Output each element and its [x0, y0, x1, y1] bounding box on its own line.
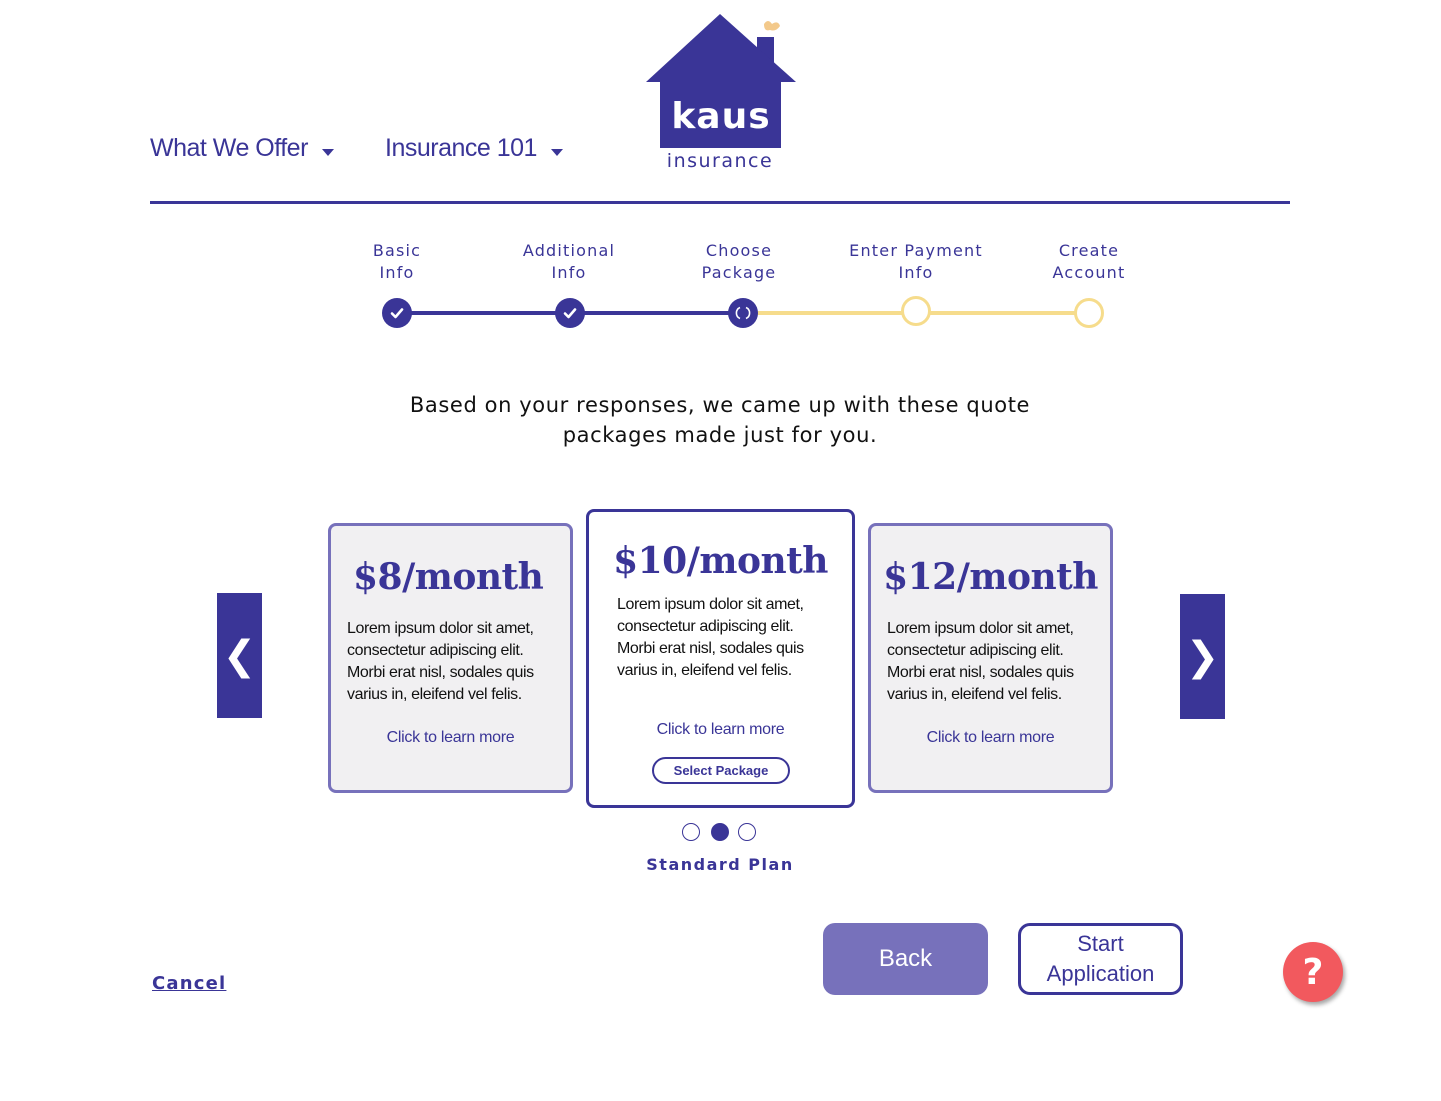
step-label-additional-info: Additional Info: [489, 240, 649, 284]
package-card-basic[interactable]: $8/month Lorem ipsum dolor sit amet, con…: [328, 523, 573, 793]
nav-what-we-offer-label: What We Offer: [150, 134, 308, 162]
plan-name: Standard Plan: [646, 855, 794, 874]
step-node-choose-package: [728, 298, 758, 328]
start-application-label: Application: [1046, 961, 1155, 986]
carousel-dot-2[interactable]: [711, 823, 729, 841]
step-label-line: Enter Payment: [849, 241, 983, 260]
intro-line: Based on your responses, we came up with…: [409, 393, 1031, 417]
chevron-right-icon: ❯: [1185, 633, 1220, 680]
intro-line: packages made just for you.: [562, 423, 878, 447]
step-label-line: Choose: [705, 241, 773, 260]
step-label-line: Basic: [372, 241, 422, 260]
intro-text: Based on your responses, we came up with…: [370, 390, 1070, 450]
checkmark-icon: [390, 308, 404, 319]
logo-subtitle: insurance: [666, 150, 774, 172]
carousel-prev-button[interactable]: ❮: [217, 593, 262, 718]
cancel-link[interactable]: Cancel: [152, 973, 226, 994]
step-node-enter-payment-info: [901, 296, 931, 326]
step-node-create-account: [1074, 298, 1104, 328]
chevron-down-icon: [550, 149, 563, 156]
step-label-line: Package: [701, 263, 777, 282]
header-divider: [150, 201, 1290, 204]
start-application-button[interactable]: Start Application: [1018, 923, 1183, 995]
nav-insurance-101-label: Insurance 101: [385, 134, 537, 162]
step-node-additional-info: [555, 298, 585, 328]
learn-more-link[interactable]: Click to learn more: [871, 729, 1110, 747]
step-label-enter-payment-info: Enter Payment Info: [836, 240, 996, 284]
step-label-create-account: Create Account: [1009, 240, 1169, 284]
package-card-premium[interactable]: $12/month Lorem ipsum dolor sit amet, co…: [868, 523, 1113, 793]
step-label-basic-info: Basic Info: [317, 240, 477, 284]
package-card-standard[interactable]: $10/month Lorem ipsum dolor sit amet, co…: [586, 509, 855, 808]
checkmark-icon: [563, 308, 577, 319]
question-mark-icon: ?: [1302, 951, 1324, 993]
learn-more-link[interactable]: Click to learn more: [589, 721, 852, 739]
step-label-line: Account: [1052, 263, 1126, 282]
back-button[interactable]: Back: [823, 923, 988, 995]
package-description: Lorem ipsum dolor sit amet, consectetur …: [347, 620, 534, 703]
logo[interactable]: kaus insurance: [644, 12, 798, 177]
start-application-label: Start: [1077, 931, 1124, 956]
chevron-left-icon: ❮: [222, 632, 257, 679]
chevron-down-icon: [321, 149, 334, 156]
logo-name: kaus: [671, 96, 771, 137]
nav-insurance-101[interactable]: Insurance 101: [385, 134, 563, 163]
step-label-choose-package: Choose Package: [659, 240, 819, 284]
package-price: $8/month: [353, 556, 544, 598]
package-description: Lorem ipsum dolor sit amet, consectetur …: [887, 620, 1074, 703]
carousel-dot-3[interactable]: [738, 823, 756, 841]
carousel-next-button[interactable]: ❯: [1180, 594, 1225, 719]
select-package-button[interactable]: Select Package: [652, 757, 790, 784]
carousel-dot-1[interactable]: [682, 823, 700, 841]
step-label-line: Info: [379, 263, 415, 282]
step-label-line: Create: [1058, 241, 1120, 260]
nav-what-we-offer[interactable]: What We Offer: [150, 134, 334, 163]
package-price: $10/month: [613, 540, 828, 582]
step-label-line: Info: [898, 263, 934, 282]
package-price: $12/month: [883, 556, 1098, 598]
help-button[interactable]: ?: [1283, 942, 1343, 1002]
step-label-line: Info: [551, 263, 587, 282]
step-label-line: Additional: [522, 241, 616, 260]
in-progress-icon: [735, 306, 751, 320]
step-node-basic-info: [382, 298, 412, 328]
learn-more-link[interactable]: Click to learn more: [331, 729, 570, 747]
package-description: Lorem ipsum dolor sit amet, consectetur …: [617, 596, 804, 679]
